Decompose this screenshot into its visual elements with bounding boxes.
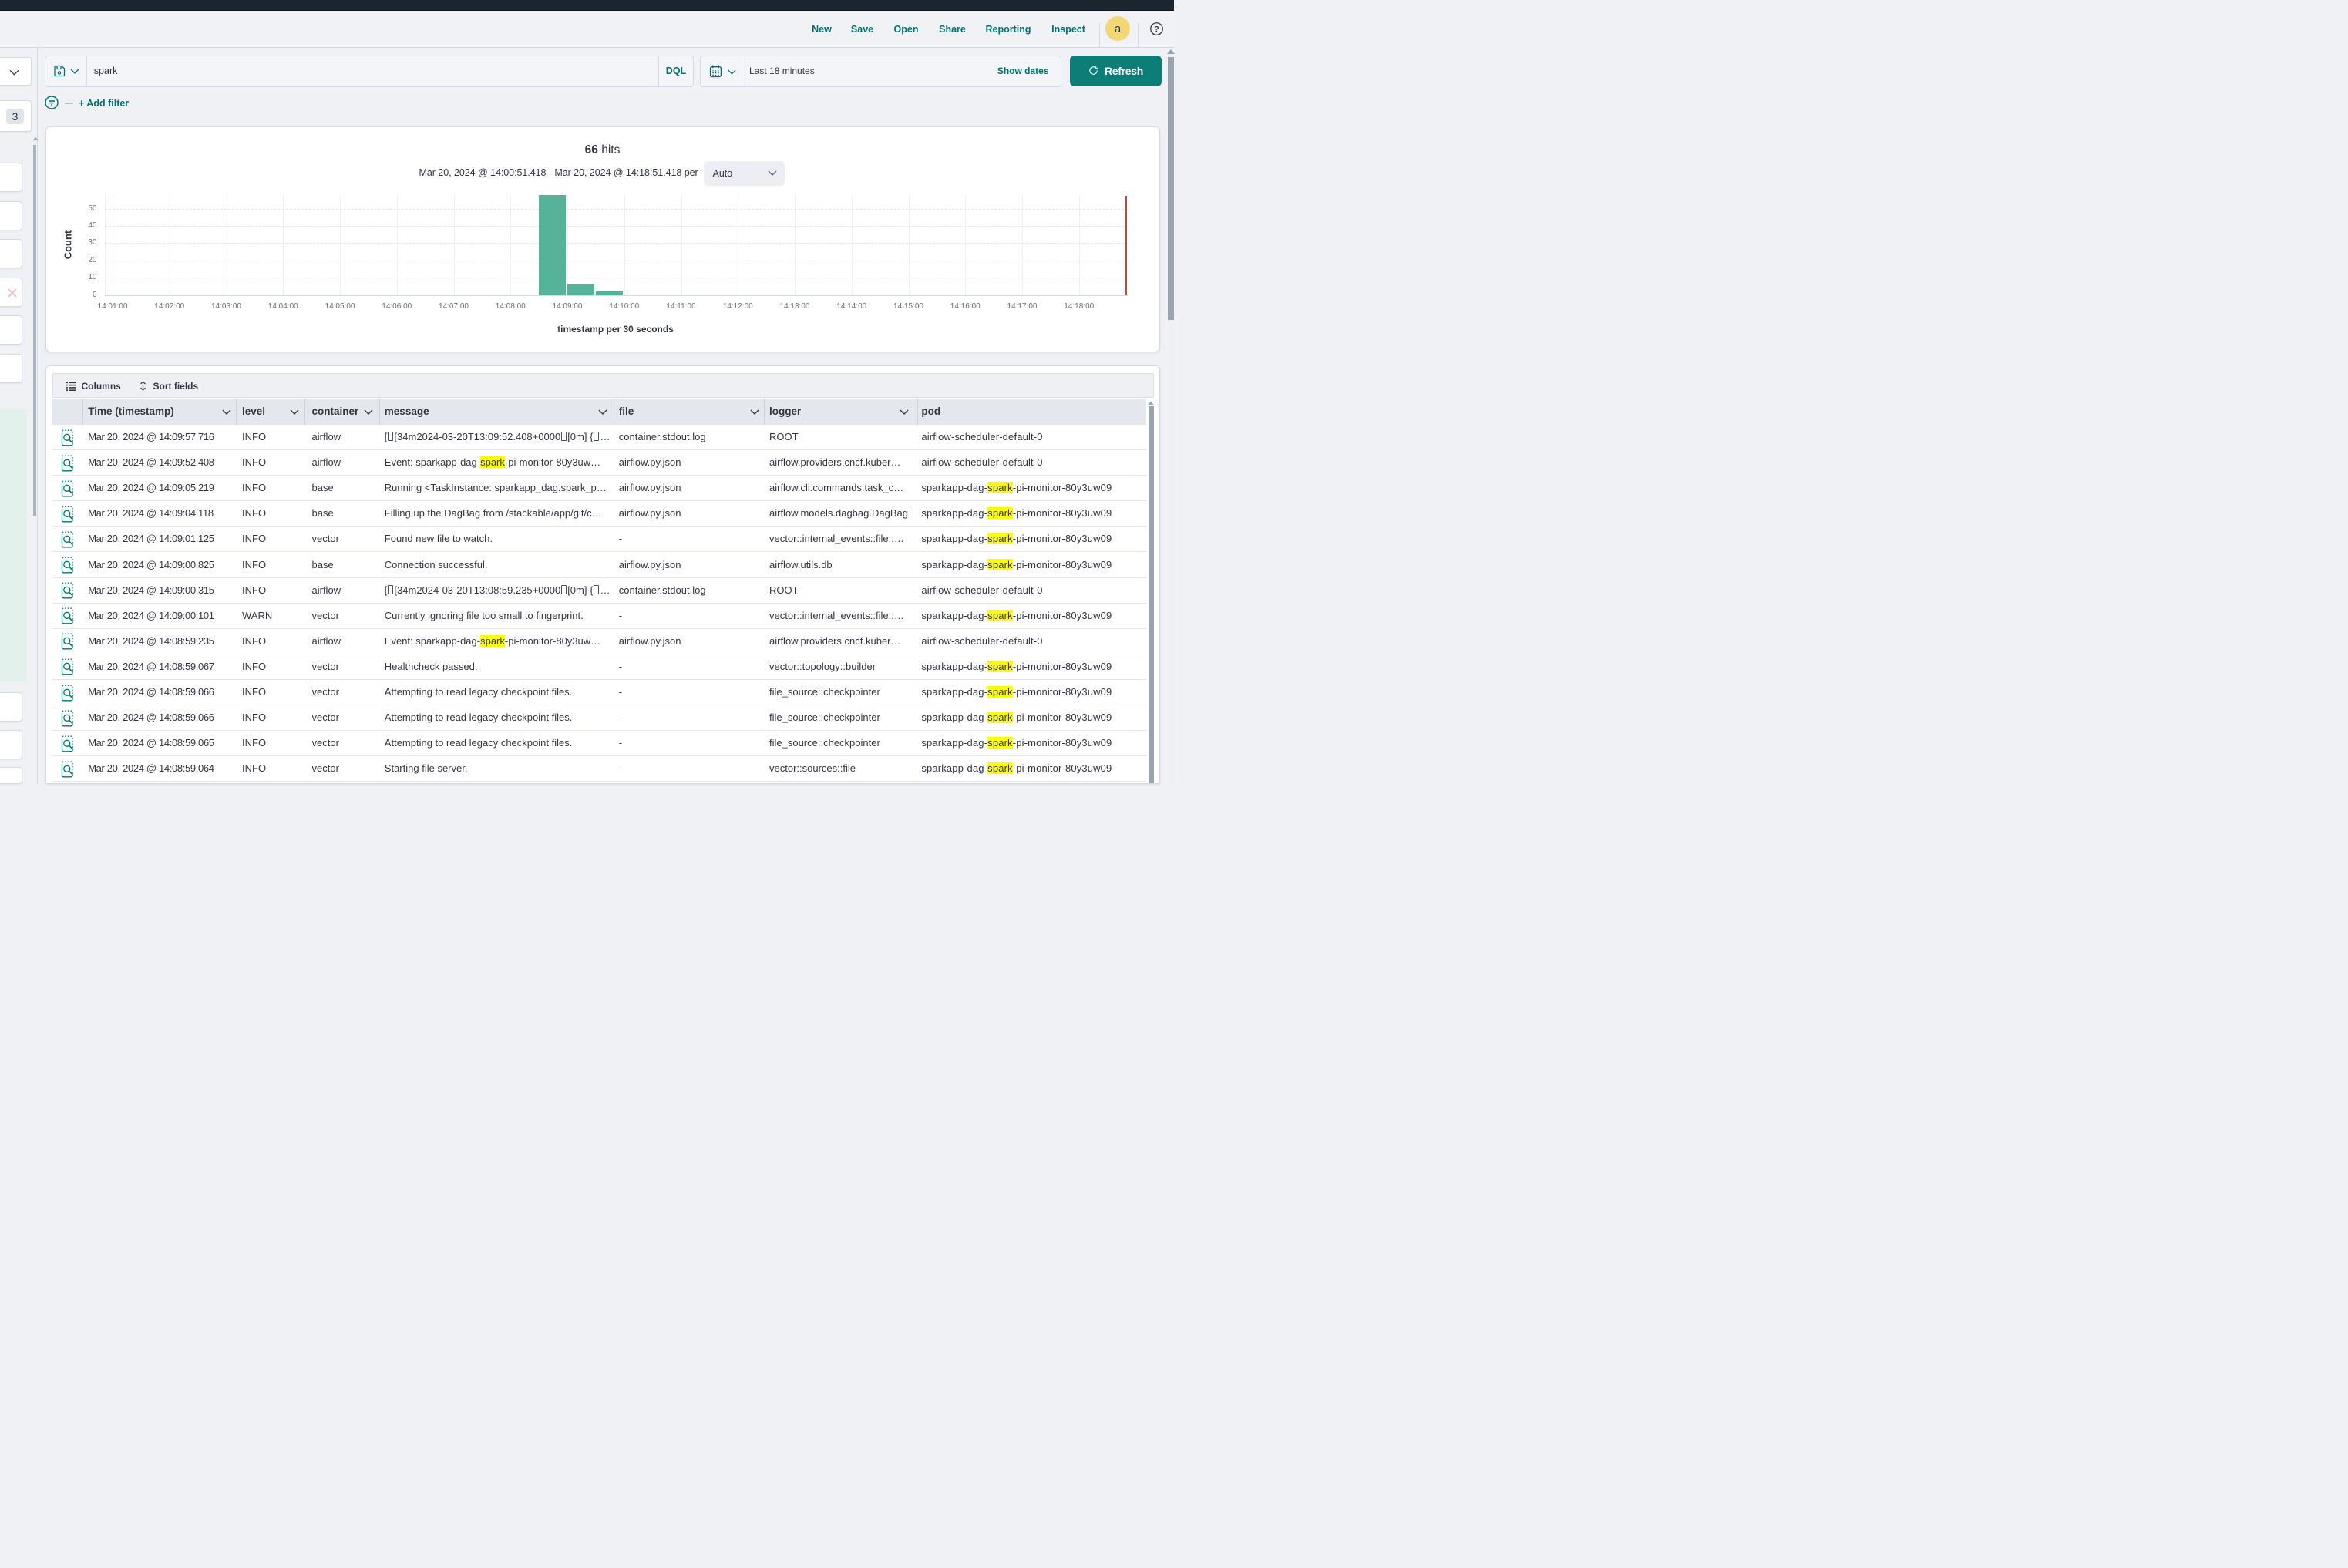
svg-text:?: ? — [1154, 25, 1159, 34]
